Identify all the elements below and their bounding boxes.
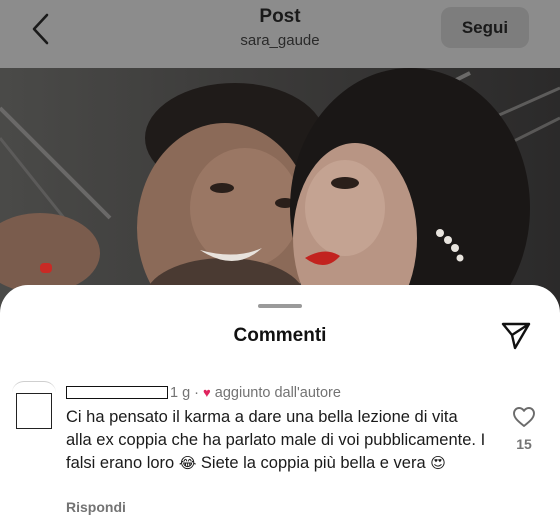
reply-button[interactable]: Rispondi [66,499,126,515]
comments-sheet: Commenti 1 g · ♥ aggiunto dall'autore Ci… [0,285,560,521]
emoji-laughing: 😂 [178,455,197,472]
like-count: 15 [516,436,532,452]
comment-age: 1 g · [170,385,204,401]
paper-plane-icon[interactable] [500,321,532,351]
heart-filled-icon: ♥ [203,385,211,400]
redacted-username[interactable] [66,386,168,399]
avatar-ring [12,381,56,393]
author-badge: aggiunto dall'autore [214,385,341,401]
comment-text: Ci ha pensato il karma a dare una bella … [66,406,486,475]
sheet-title: Commenti [233,325,327,346]
heart-outline-icon[interactable] [512,406,536,428]
emoji-heart-eyes: 😍 [430,455,446,472]
comment-text-part2: Siete la coppia più bella e vera [196,454,431,472]
follow-button[interactable]: Segui [441,7,529,48]
avatar[interactable] [16,393,52,429]
sheet-drag-handle[interactable] [258,304,302,308]
post-header: Post sara_gaude Segui [0,0,560,68]
comment-meta: 1 g · ♥ aggiunto dall'autore [170,385,341,401]
